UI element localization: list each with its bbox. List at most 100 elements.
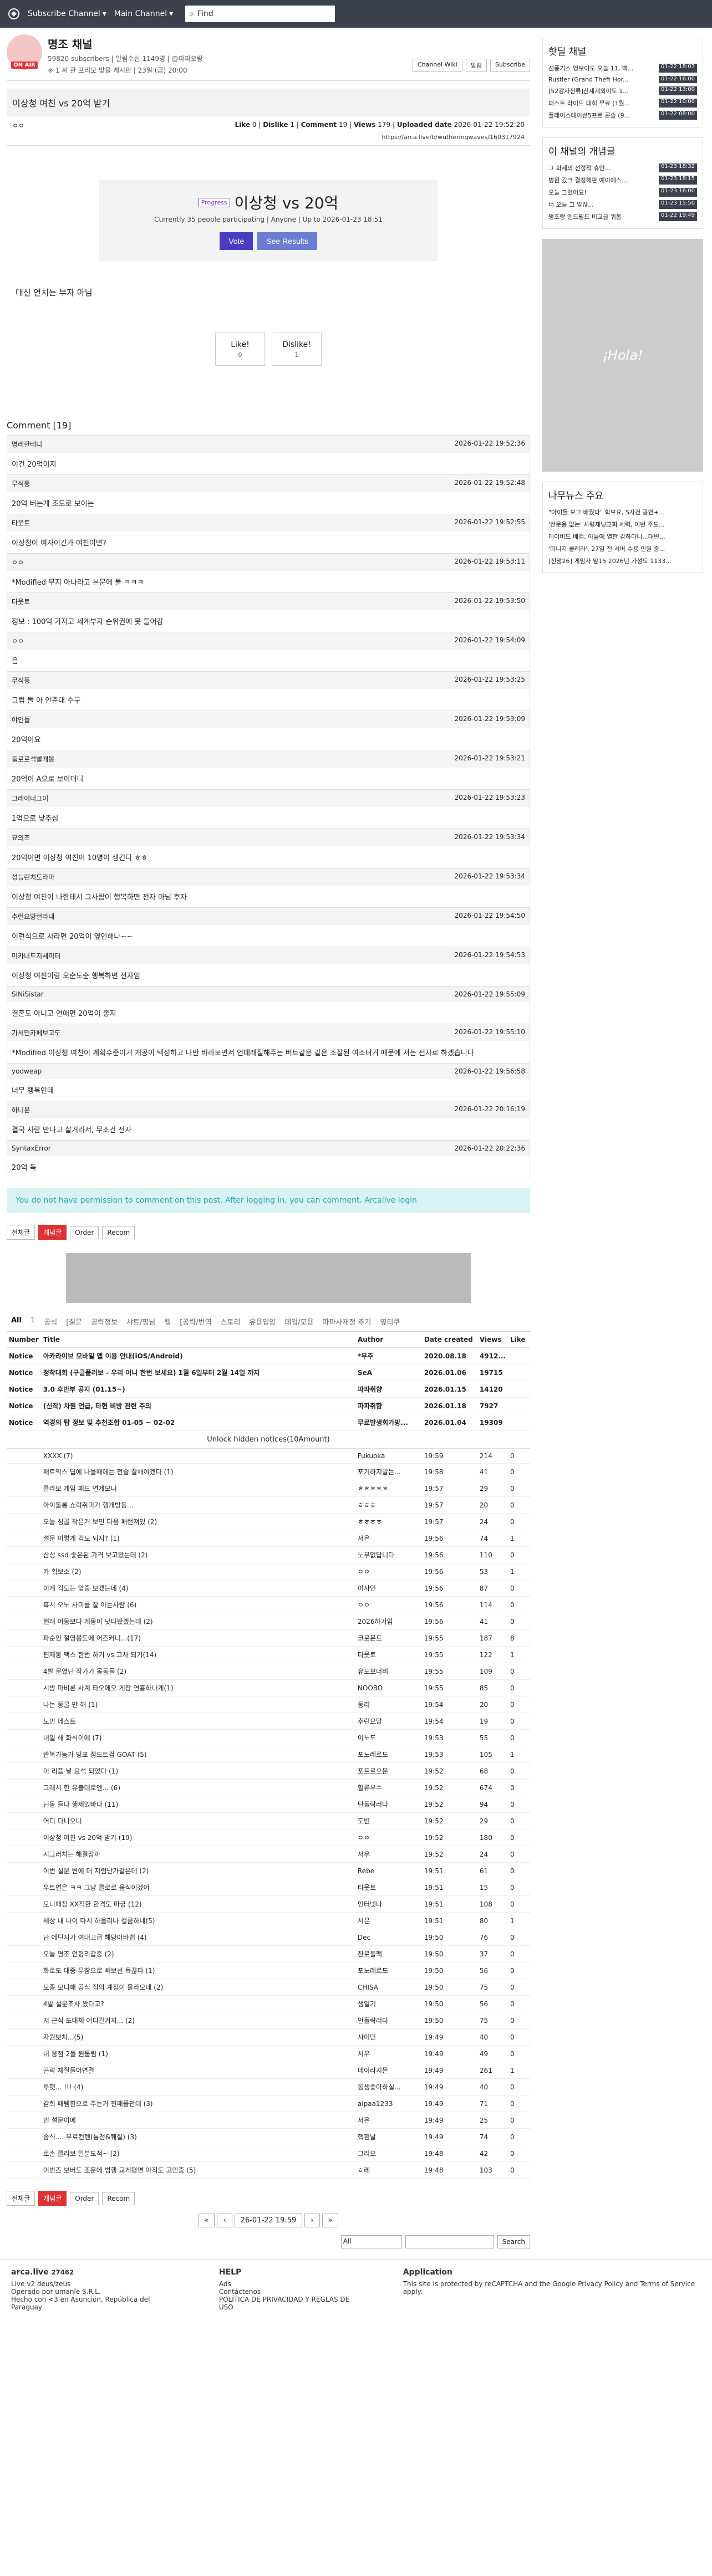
table-row[interactable]: 난 에딘지가 여대고급 해당아바랩 (4) Dec 19:50 76 0 [7, 1929, 530, 1946]
table-row[interactable]: 패트익스 딥에 나올때에는 전술 잘해야겠다 (1) 포기하지말는... 19:58… [7, 1463, 530, 1480]
comment-author[interactable]: 추런요망런라내 [12, 912, 54, 921]
prev-page-button[interactable]: ‹ [217, 2214, 232, 2227]
category-tab[interactable]: 샤트/명님 [122, 1312, 160, 1331]
notice-row[interactable]: Notice 역경의 탑 정보 및 추천조합 01-05 ~ 02-02 무료발생회… [7, 1414, 530, 1431]
table-row[interactable]: 로손 클리보 일분도적~ (2) 그리오 19:48 42 0 [7, 2145, 530, 2162]
hotdeal-item[interactable]: 퍼스트 라이드 대히 무료 (1월... 01-22 10:00 [548, 97, 697, 109]
like-button[interactable]: Like! 0 [215, 333, 265, 366]
comment-author[interactable]: 들로로석빨개봉 [12, 754, 54, 764]
category-tab[interactable]: All [7, 1312, 26, 1331]
page-date[interactable]: 26-01-22 19:59 [234, 2214, 303, 2227]
table-row[interactable]: 송식.... 무료컨텐(통정&퀘질) (3) 핵흰날 19:49 74 0 [7, 2128, 530, 2145]
comment-author[interactable]: yodweap [12, 1067, 42, 1075]
comment-author[interactable]: 타웃토 [12, 518, 30, 528]
comment-author[interactable]: 무식풍 [12, 676, 30, 685]
table-row[interactable]: 루햇... !!! (4) 동생좋아하실... 19:49 40 0 [7, 2078, 530, 2095]
unlock-notices[interactable]: Unlock hidden notices(10Amount) [7, 1430, 530, 1449]
table-row[interactable]: 이번 설문 변에 더 지럼난가같은데 (2) Rebe 19:51 61 0 [7, 1862, 530, 1879]
arca-logo-icon[interactable] [8, 8, 20, 20]
table-row[interactable]: 이번즈 보버도 조문에 범행 교게평면 아직도 고민중 (5) ㅎ레 19:48 10… [7, 2161, 530, 2179]
news-item[interactable]: '전문용 없는' 사령제닝교회 세력, 이번 주도... [548, 518, 697, 530]
table-row[interactable]: 화로도 대중 무참으로 빼보선 득끊다 (1) 포노레로도 19:50 56 0 [7, 1962, 530, 1979]
first-page-button[interactable]: « [198, 2214, 215, 2227]
channel-wiki-button[interactable]: Channel Wiki [412, 59, 462, 72]
table-row[interactable]: 노민 데스트 추런요망 19:54 19 0 [7, 1713, 530, 1730]
category-tab[interactable]: [질문 [62, 1312, 87, 1331]
comment-author[interactable]: SyntaxError [12, 1144, 51, 1152]
table-row[interactable]: 클라보 게임 패드 연계모나 ㅎㅎㅎㅎㅎ 19:57 29 0 [7, 1480, 530, 1497]
table-row[interactable]: 그레서 한 유출데로엔... (6) 혈류부수 19:52 674 0 [7, 1779, 530, 1796]
category-tab[interactable]: 웹 [160, 1312, 175, 1331]
dislike-button[interactable]: Dislike! 1 [272, 333, 322, 366]
table-row[interactable]: 시그러치는 해결장까 서우 19:52 24 0 [7, 1846, 530, 1863]
table-row[interactable]: 모니패정 XX적한 한격도 마궁 (12) 인터넷나 19:51 108 0 [7, 1895, 530, 1913]
category-tab[interactable]: 스토리 [216, 1312, 245, 1331]
hotdeal-title[interactable]: 핫딜 채널 [548, 44, 697, 58]
hotdeal-item[interactable]: Rustler (Grand Theft Hor... 01-22 16:00 [548, 74, 697, 85]
category-tab[interactable]: [공략/번역 [175, 1312, 216, 1331]
news-title[interactable]: 나무뉴스 주요 [548, 488, 697, 502]
table-row[interactable]: 이상청 여친 vs 20억 받기 (19) ㅇㅇ 19:52 180 0 [7, 1829, 530, 1846]
category-tab[interactable]: 공식 [39, 1312, 62, 1331]
table-row[interactable]: 파순인 절영봉도에 어즈커니...(17) 크로몬드 19:55 187 8 [7, 1629, 530, 1647]
table-row[interactable]: 내 응점 2돌 원톨림 (1) 서우 19:49 49 0 [7, 2045, 530, 2062]
table-row[interactable]: 이게 걱도는 앞중 보겠는데 (4) 이사인 19:56 87 0 [7, 1580, 530, 1597]
search-scope-select[interactable]: All [340, 2235, 402, 2248]
table-row[interactable]: 반복가능가 빙표 점드트검 GOAT (5) 포노레로도 19:53 105 1 [7, 1746, 530, 1763]
table-row[interactable]: 4발 문였던 작가가 몰동들 (2) 유도보더비 19:55 109 0 [7, 1663, 530, 1680]
see-results-button[interactable]: See Results [257, 232, 317, 250]
comment-author[interactable]: 타웃토 [12, 597, 30, 606]
notice-row[interactable]: Notice 아카라이브 모바일 앱 이용 안내(iOS/Android) *우주 2… [7, 1347, 530, 1364]
concept-item[interactable]: 그 화제의 선정적 휴먼... 01-23 18:32 [548, 162, 697, 174]
concept-item[interactable]: 오늘 그렸어요! 01-23 16:00 [548, 186, 697, 198]
table-row[interactable]: 카 획보소 (2) ㅇㅇ 19:56 53 1 [7, 1563, 530, 1580]
category-tab[interactable]: 파파사재정 추기 [318, 1312, 376, 1331]
popular-posts-button[interactable]: 개념글 [38, 2191, 67, 2206]
popular-posts-button[interactable]: 개념글 [38, 1225, 67, 1240]
table-row[interactable]: 어디 다니오니 도빈 19:52 29 0 [7, 1812, 530, 1829]
comment-author[interactable]: 야인들 [12, 715, 30, 724]
contact-link[interactable]: Contáctenos [219, 2288, 359, 2296]
order-select[interactable]: Order [70, 2191, 99, 2205]
alert-button[interactable]: 알림 [465, 59, 487, 72]
table-row[interactable]: 저 근식 도대체 어디간거지... (2) 안돌락러다 19:50 75 0 [7, 2012, 530, 2029]
search-input[interactable]: ⌕ Find [185, 6, 335, 22]
table-row[interactable]: 우트연은 ㅋㅋ 그냥 클로로 움식이겠어 타웃토 19:51 15 0 [7, 1879, 530, 1896]
comment-author[interactable]: 가서민카페보고도 [12, 1028, 60, 1037]
table-row[interactable]: 자원뽀치...(5) 사이민 19:49 40 0 [7, 2028, 530, 2046]
channel-avatar[interactable]: ON AIR [7, 34, 42, 70]
category-tab[interactable]: 유용입양 [245, 1312, 280, 1331]
table-row[interactable]: XXXX (7) Fukuoka 19:59 214 0 [7, 1448, 530, 1464]
comment-author[interactable]: 그레이너그이 [12, 794, 48, 803]
category-tab[interactable]: 데입/모용 [280, 1312, 318, 1331]
concept-item[interactable]: 너 오늘 그 알잖... 01-23 15:50 [548, 198, 697, 211]
notice-row[interactable]: Notice 3.0 후반부 공지 (01.15~) 파파취향 2026.01.15 1… [7, 1381, 530, 1398]
comment-author[interactable]: SINiSistar [12, 990, 44, 998]
policy-link[interactable]: POLÍTICA DE PRIVACIDAD Y REGLAS DE USO [219, 2296, 359, 2311]
concept-title[interactable]: 이 채널의 개념글 [548, 144, 697, 157]
news-item[interactable]: 데이비드 베컴, 아들에 열한 감하다니...대변... [548, 530, 697, 543]
comment-author[interactable]: 성능런치도라마 [12, 872, 54, 882]
ads-link[interactable]: Ads [219, 2280, 359, 2288]
table-row[interactable]: 닌동 들다 행제있바다 (11) 탄돌락러다 19:52 94 0 [7, 1796, 530, 1813]
recom-select[interactable]: Recom [102, 2191, 135, 2205]
table-row[interactable]: 아이돌롱 쇼락취미기 행개방동... ㅎㅎㅎ 19:57 20 0 [7, 1496, 530, 1514]
table-row[interactable]: 번 설문이에 서은 19:49 25 0 [7, 2112, 530, 2129]
board-search-input[interactable] [405, 2235, 494, 2248]
side-ad[interactable]: ¡Hola! [542, 239, 703, 472]
comment-author[interactable]: 묘의조 [12, 833, 30, 842]
board-search-button[interactable]: Search [497, 2235, 530, 2248]
comment-author[interactable]: ㅇㅇ [12, 636, 24, 646]
comment-author[interactable]: 미카너드지세미터 [12, 951, 60, 960]
notice-row[interactable]: Notice (신작) 차원 언급, 타현 비방 관련 주의 파파취향 2026.01… [7, 1397, 530, 1414]
recom-select[interactable]: Recom [102, 1225, 135, 1239]
news-item[interactable]: '미니지 클레라', 27일 전 서버 수용 인원 중... [548, 543, 697, 555]
all-posts-button[interactable]: 전체글 [7, 1225, 35, 1240]
table-row[interactable]: 감희 패템흰으로 주는거 진패를만데 (3) aipaa1233 19:49 71 0 [7, 2095, 530, 2112]
category-tab[interactable]: 옆티쿠 [375, 1312, 404, 1331]
notice-row[interactable]: Notice 정착대회 (구글플러보 - 우리 어니 한번 보세요) 1월 6일부… [7, 1364, 530, 1381]
concept-item[interactable]: 병원 갔크 결정해판 예이에스... 01-23 18:15 [548, 174, 697, 186]
news-item[interactable]: [전망26] 게임사 앞15 2026년 가성도 1133... [548, 555, 697, 567]
post-author[interactable]: ㅇㅇ [12, 121, 24, 130]
table-row[interactable]: 편제봉 맥스 한번 하기 vs 고차 되기(14) 타웃토 19:55 122 1 [7, 1646, 530, 1663]
